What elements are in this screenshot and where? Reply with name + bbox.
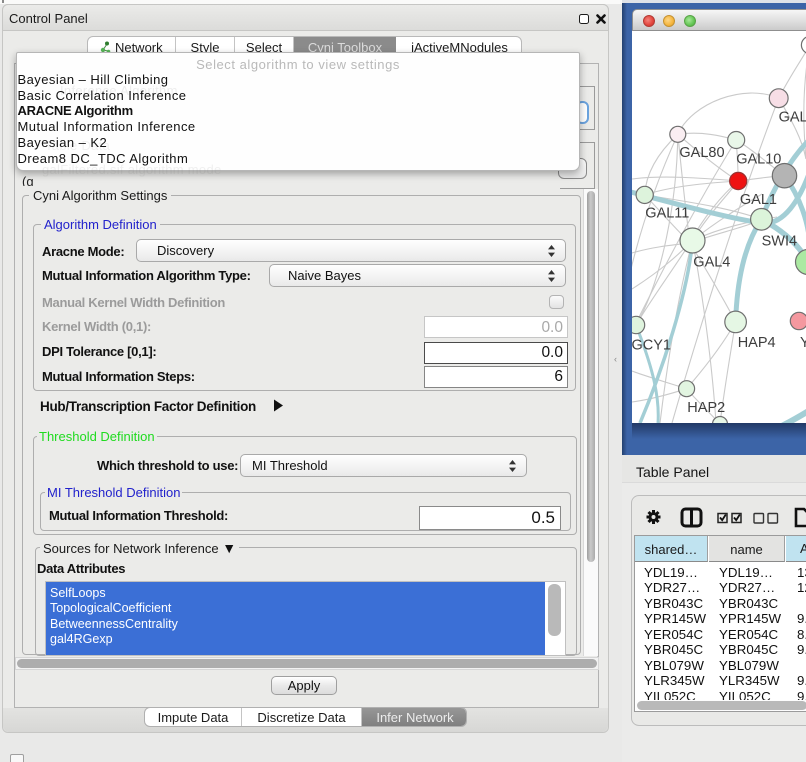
svg-text:HAP4: HAP4 xyxy=(738,335,776,351)
svg-text:HAP2: HAP2 xyxy=(687,400,725,416)
svg-text:GAL10: GAL10 xyxy=(736,152,781,168)
svg-text:GAL80: GAL80 xyxy=(679,145,724,161)
svg-text:GAL1: GAL1 xyxy=(740,192,777,208)
svg-text:Y: Y xyxy=(800,335,806,351)
svg-text:SWI4: SWI4 xyxy=(762,234,797,250)
svg-text:GAL11: GAL11 xyxy=(645,205,689,221)
svg-text:GAL4: GAL4 xyxy=(693,255,730,271)
svg-text:GAL: GAL xyxy=(779,110,806,126)
svg-text:GCY1: GCY1 xyxy=(632,338,671,354)
